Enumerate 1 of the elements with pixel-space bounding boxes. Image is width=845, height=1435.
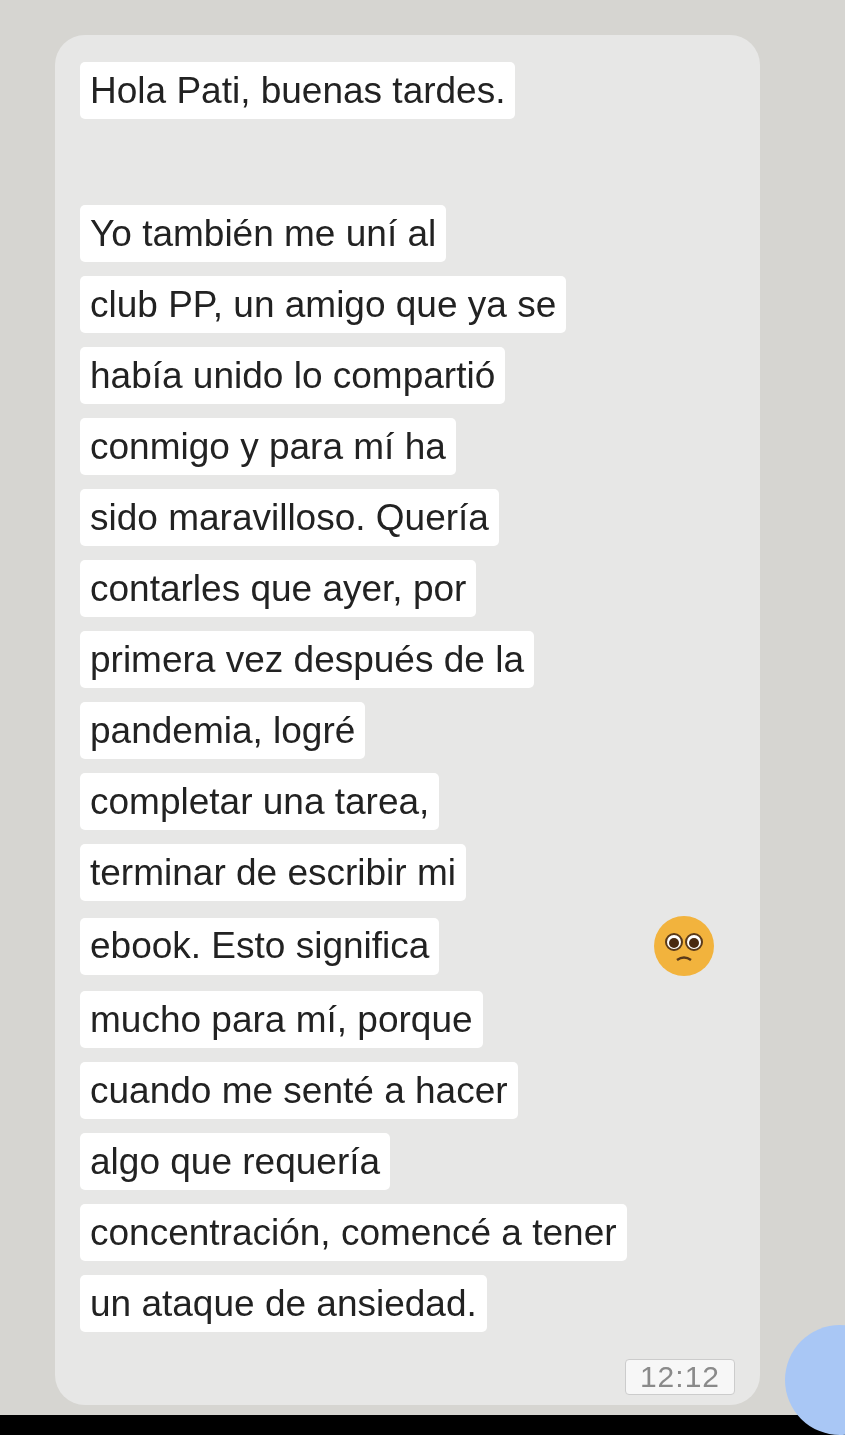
message-time: 12:12: [624, 1359, 735, 1395]
